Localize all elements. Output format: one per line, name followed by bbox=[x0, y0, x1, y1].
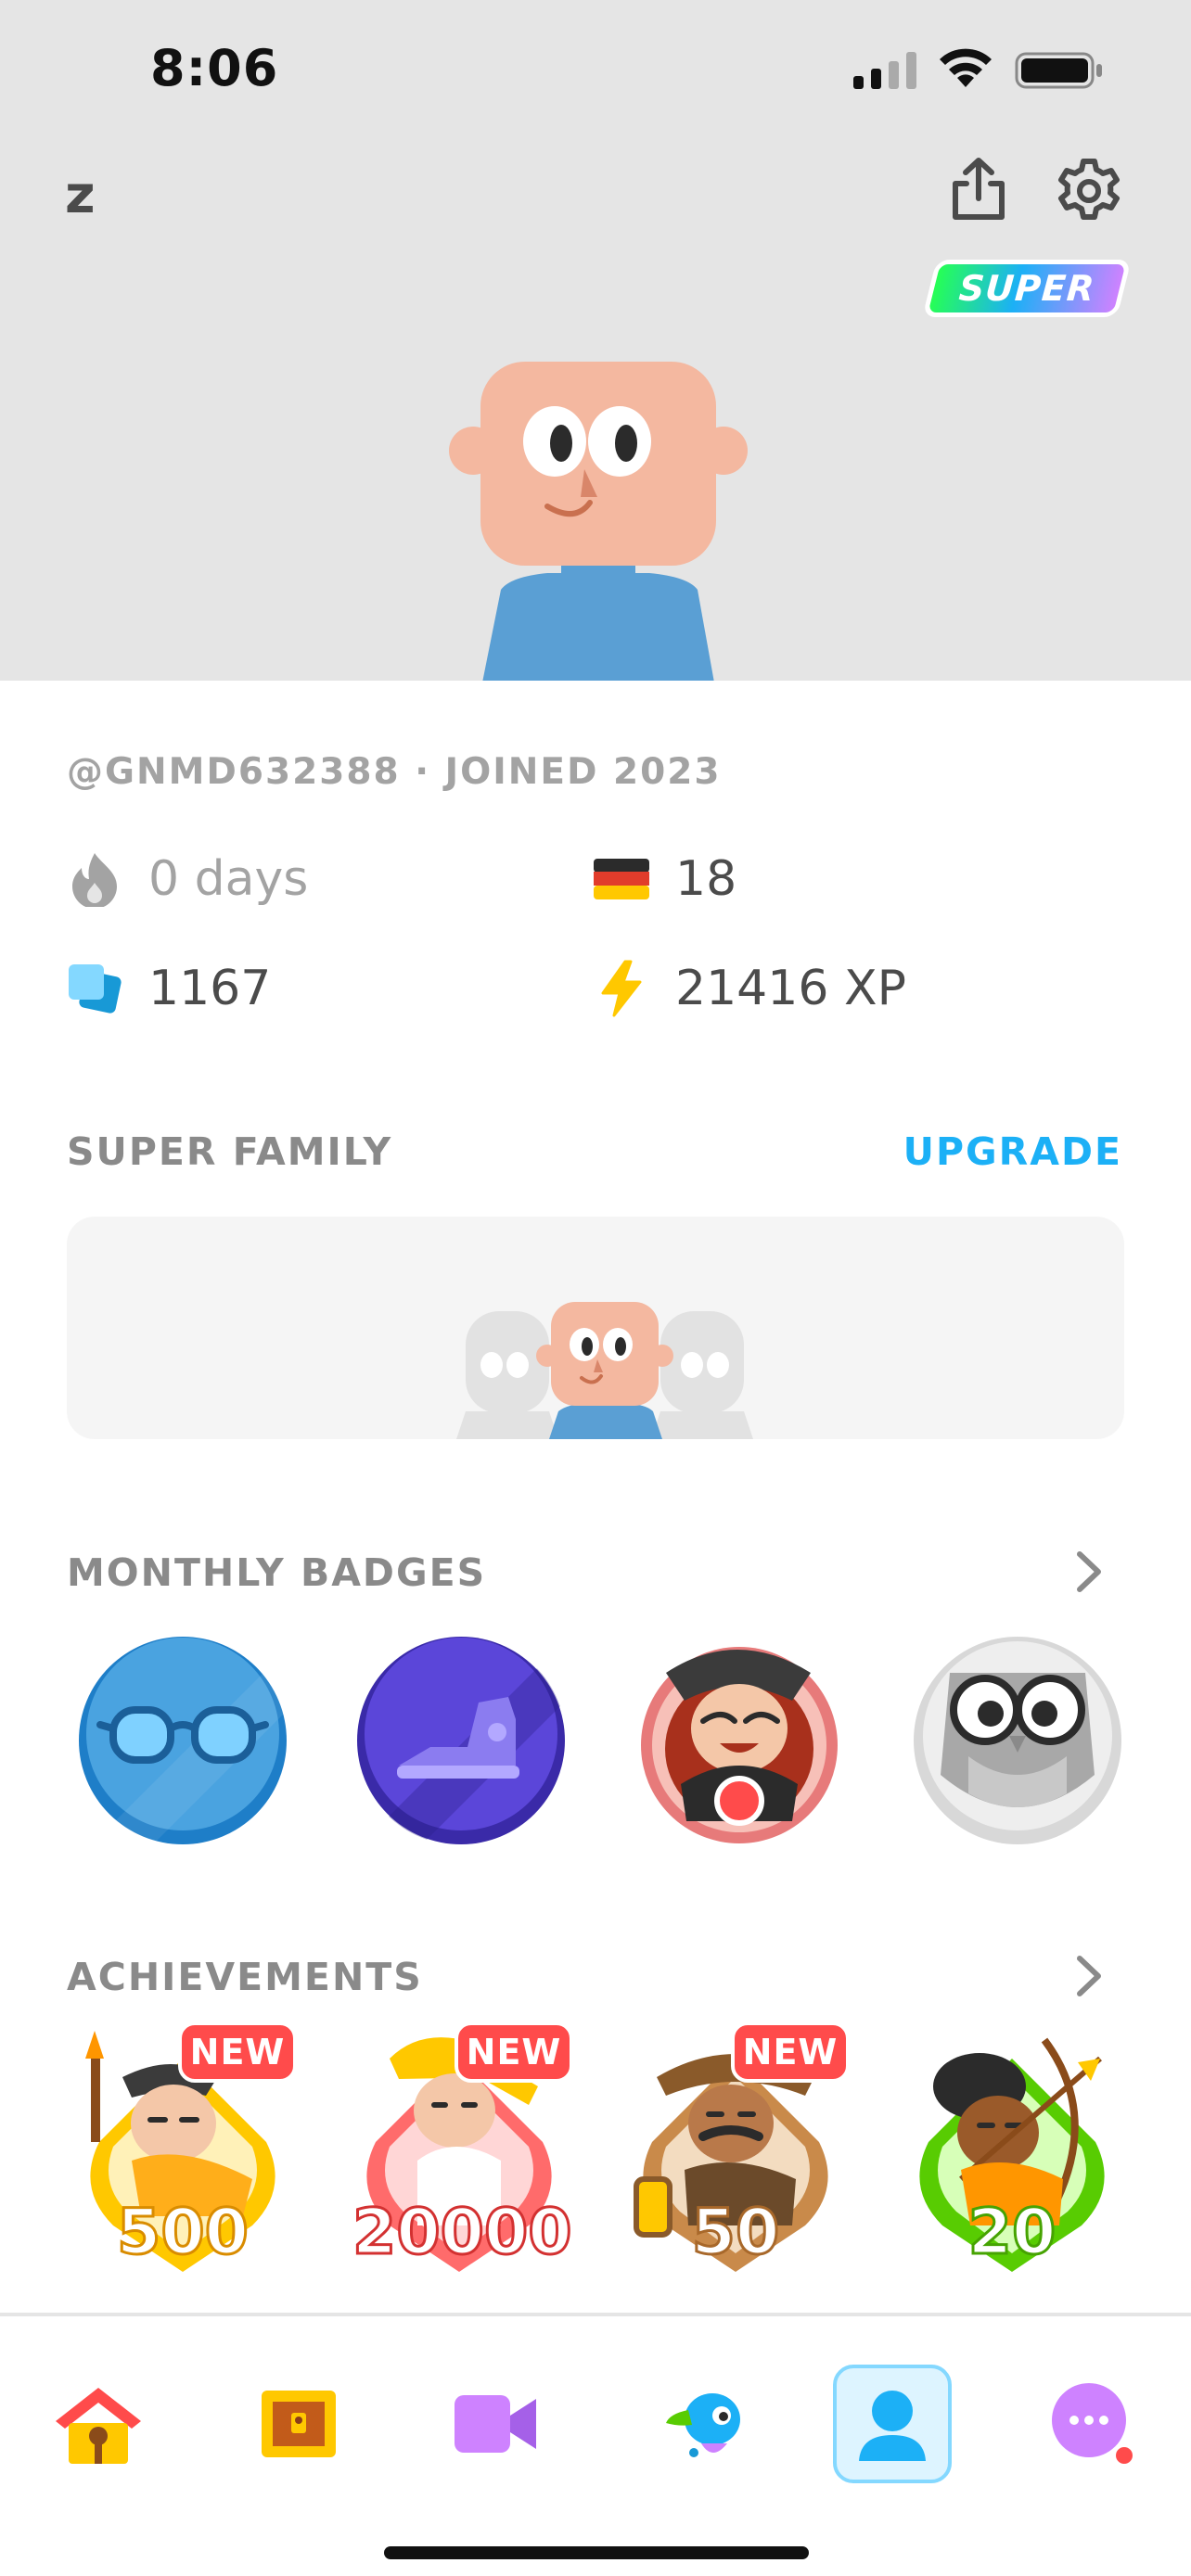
treasure-chest-icon bbox=[262, 2391, 336, 2457]
achievements-title: ACHIEVEMENTS bbox=[67, 1955, 423, 1999]
more-icon bbox=[1052, 2383, 1136, 2468]
sneaker-badge-icon[interactable] bbox=[356, 1636, 566, 1845]
achievement-value: 20 bbox=[967, 2195, 1057, 2271]
monthly-badges-chevron-icon[interactable] bbox=[1072, 1549, 1106, 1595]
new-tag: NEW bbox=[455, 2021, 573, 2083]
nav-chest[interactable] bbox=[239, 2365, 358, 2483]
nav-home[interactable] bbox=[39, 2365, 158, 2483]
wifi-icon bbox=[940, 48, 992, 87]
achievements-chevron-icon[interactable] bbox=[1072, 1953, 1106, 1999]
video-call-icon bbox=[455, 2395, 536, 2453]
super-badge-label: SUPER bbox=[957, 268, 1096, 309]
streak-value: 0 days bbox=[148, 851, 309, 907]
xp-stat: 21416 XP bbox=[594, 960, 906, 1017]
new-tag: NEW bbox=[178, 2021, 297, 2083]
share-icon[interactable] bbox=[948, 156, 1009, 223]
cards-icon bbox=[69, 964, 122, 1014]
nav-duo[interactable] bbox=[646, 2365, 764, 2483]
language-value: 18 bbox=[675, 851, 737, 907]
achievement-value: 500 bbox=[116, 2195, 250, 2271]
streak-stat: 0 days bbox=[67, 851, 308, 907]
scooter-character-badge-icon[interactable] bbox=[634, 1636, 844, 1845]
gear-icon[interactable] bbox=[1054, 156, 1124, 226]
profile-hero: 8:06 z SUPER bbox=[0, 0, 1191, 681]
super-badge: SUPER bbox=[922, 260, 1132, 317]
home-indicator bbox=[384, 2546, 809, 2559]
upgrade-link[interactable]: UPGRADE bbox=[903, 1129, 1122, 1174]
duo-bird-icon bbox=[666, 2393, 740, 2457]
home-icon bbox=[56, 2388, 141, 2464]
glasses-badge-icon[interactable] bbox=[78, 1636, 288, 1845]
xp-value: 21416 XP bbox=[675, 961, 906, 1016]
owl-glasses-badge-icon[interactable] bbox=[913, 1636, 1122, 1845]
german-flag-icon bbox=[594, 859, 649, 899]
cellular-signal-icon bbox=[853, 52, 916, 89]
battery-icon bbox=[1015, 52, 1102, 89]
nav-video[interactable] bbox=[436, 2365, 555, 2483]
nav-profile[interactable] bbox=[833, 2365, 952, 2483]
avatar[interactable] bbox=[445, 358, 751, 681]
bottom-nav bbox=[0, 2313, 1191, 2576]
handle-joined: @GNMD632388 · JOINED 2023 bbox=[67, 751, 722, 793]
language-stat: 18 bbox=[594, 851, 736, 907]
words-value: 1167 bbox=[148, 961, 272, 1016]
profile-icon bbox=[859, 2391, 926, 2461]
words-stat: 1167 bbox=[67, 961, 271, 1016]
status-time: 8:06 bbox=[150, 39, 279, 97]
new-tag: NEW bbox=[731, 2021, 850, 2083]
achievement-value: 20000 bbox=[352, 2195, 574, 2271]
super-family-title: SUPER FAMILY bbox=[67, 1129, 393, 1174]
username: z bbox=[65, 165, 96, 225]
super-family-card[interactable] bbox=[67, 1217, 1124, 1439]
achievement-value: 50 bbox=[690, 2195, 781, 2271]
nav-more[interactable] bbox=[1033, 2365, 1152, 2483]
family-avatars bbox=[456, 1302, 753, 1439]
monthly-badges-title: MONTHLY BADGES bbox=[67, 1550, 487, 1595]
flame-icon bbox=[72, 853, 117, 907]
lightning-icon bbox=[601, 960, 642, 1017]
